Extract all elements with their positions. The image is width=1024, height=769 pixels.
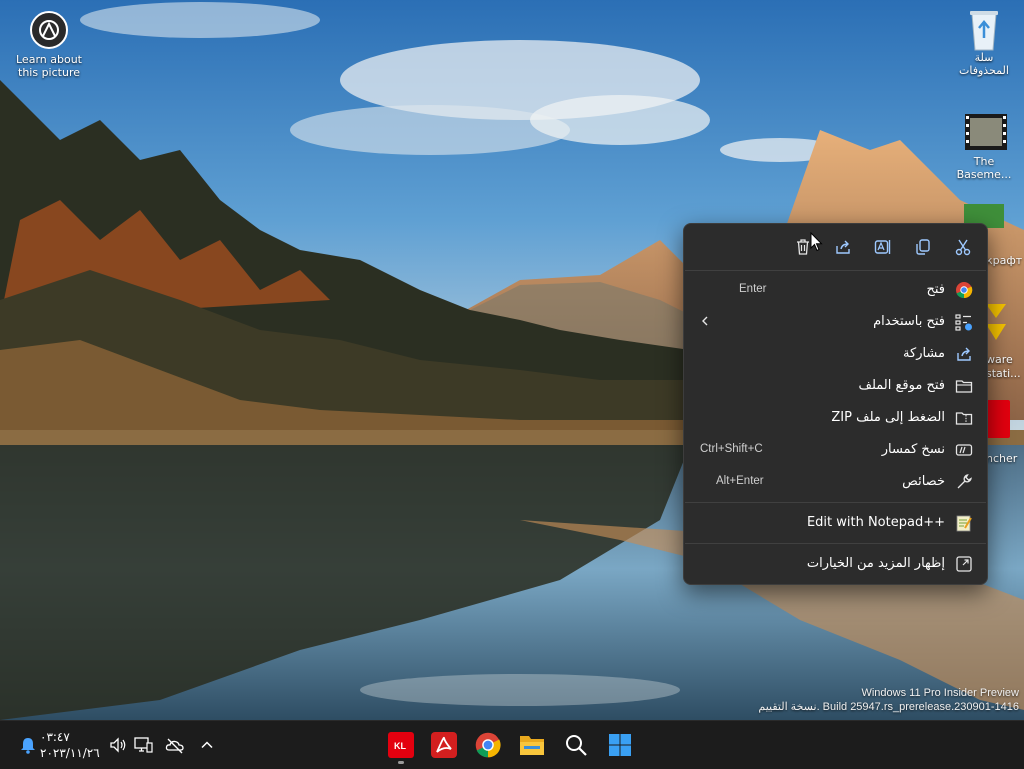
watermark-line: Windows 11 Pro Insider Preview: [861, 687, 1019, 699]
menu-item-label: فتح: [926, 282, 945, 297]
desktop-icon-label: this picture: [18, 66, 80, 79]
video-file-icon: [964, 112, 1007, 152]
menu-item-shortcut: Ctrl+Shift+C: [700, 443, 763, 455]
menu-item-properties[interactable]: خصائص Alt+Enter: [684, 466, 987, 498]
folder-icon: [955, 380, 973, 393]
clock[interactable]: ٠٣:٤٧ ٢٠٢٣/١١/٢٦: [40, 729, 100, 761]
menu-item-compress-zip[interactable]: الضغط إلى ملف ZIP: [684, 402, 987, 434]
kl-icon: KL: [388, 732, 414, 758]
watermark-line: نسخة التقييم. Build 25947.rs_prerelease.…: [758, 701, 1019, 713]
menu-item-shortcut: Alt+Enter: [716, 475, 764, 487]
menu-item-show-more-options[interactable]: إظهار المزيد من الخيارات: [684, 548, 987, 580]
menu-item-label: مشاركة: [903, 346, 945, 361]
zip-folder-icon: [955, 412, 973, 425]
acrobat-icon: [431, 732, 457, 758]
copy-icon: [916, 239, 930, 255]
desktop-icon-learn-about-picture[interactable]: Learn about this picture: [11, 10, 87, 79]
share-button[interactable]: [827, 231, 859, 263]
taskbar-search-button[interactable]: [560, 729, 592, 761]
menu-item-open-with[interactable]: فتح باستخدام: [684, 306, 987, 338]
menu-item-share[interactable]: مشاركة: [684, 338, 987, 370]
scissors-icon: [955, 239, 971, 256]
chrome-icon: [956, 282, 973, 299]
menu-item-label: خصائص: [902, 474, 945, 489]
windows-start-icon: [609, 734, 631, 756]
desktop-icon-label: ware: [986, 353, 1013, 366]
chevron-up-icon[interactable]: [197, 735, 217, 755]
chrome-icon: [475, 732, 501, 758]
kaspersky-launcher-icon: [986, 400, 1010, 438]
menu-item-label: Edit with Notepad++: [806, 515, 945, 530]
taskbar-app-chrome[interactable]: [472, 729, 504, 761]
notepad-plus-plus-icon: [956, 515, 972, 532]
running-indicator: [398, 761, 404, 764]
windows-watermark: Windows 11 Pro Insider Preview نسخة التق…: [758, 686, 1019, 714]
taskbar-start-button[interactable]: [604, 729, 636, 761]
desktop-icon-label: ncher: [986, 452, 1018, 465]
taskbar-app-file-explorer[interactable]: [516, 729, 548, 761]
chevron-left-icon: [702, 316, 708, 326]
rename-icon: [874, 240, 891, 254]
desktop-icon-label: The: [973, 155, 995, 168]
notification-bell-icon[interactable]: [18, 735, 38, 755]
copy-path-icon: [955, 444, 973, 456]
taskbar-app-kaspersky[interactable]: KL: [385, 729, 417, 764]
desktop-icon-label: سلة: [974, 51, 994, 64]
clock-time: ٠٣:٤٧: [40, 730, 70, 744]
recycle-bin-icon: [964, 8, 1004, 51]
desktop-icon-label: Learn about: [16, 53, 82, 66]
clock-date: ٢٠٢٣/١١/٢٦: [40, 746, 100, 760]
menu-item-label: الضغط إلى ملف ZIP: [831, 410, 945, 425]
desktop-icon-the-basement[interactable]: The Baseme...: [946, 112, 1022, 181]
share-icon: [957, 347, 971, 361]
taskbar-app-acrobat[interactable]: [428, 729, 460, 761]
desktop-icon-recycle-bin[interactable]: سلة المحذوفات: [946, 8, 1022, 77]
desktop-icon-label: крафт: [986, 254, 1023, 267]
svg-text:KL: KL: [394, 741, 406, 751]
menu-item-edit-with-notepad[interactable]: Edit with Notepad++: [684, 507, 987, 539]
context-menu-toolbar: [684, 224, 987, 270]
mouse-cursor-icon: [810, 232, 823, 252]
file-explorer-icon: [520, 736, 544, 755]
onedrive-offline-icon[interactable]: [165, 735, 185, 755]
wrench-icon: [957, 474, 972, 489]
search-icon: [566, 735, 587, 756]
more-options-icon: [956, 556, 972, 572]
share-icon: [836, 240, 850, 254]
open-with-icon: [955, 314, 972, 331]
context-menu: فتح Enter فتح باستخدام مشاركة فتح موقع ا…: [683, 223, 988, 585]
menu-item-label: فتح باستخدام: [873, 314, 945, 329]
menu-item-open[interactable]: فتح Enter: [684, 274, 987, 306]
rename-button[interactable]: [867, 231, 899, 263]
cut-button[interactable]: [947, 231, 979, 263]
desktop-icon-label: stati...: [986, 367, 1021, 380]
desktop-icon-label: المحذوفات: [959, 64, 1009, 77]
taskbar: ٠٣:٤٧ ٢٠٢٣/١١/٢٦ KL: [0, 720, 1024, 769]
desktop-icon-label: Baseme...: [956, 168, 1012, 181]
menu-item-label: إظهار المزيد من الخيارات: [806, 556, 945, 571]
camera-icon: [29, 10, 69, 50]
network-icon[interactable]: [133, 735, 153, 755]
volume-icon[interactable]: [108, 735, 128, 755]
copy-button[interactable]: [907, 231, 939, 263]
menu-item-label: فتح موقع الملف: [858, 378, 945, 393]
menu-item-label: نسخ كمسار: [881, 442, 945, 457]
menu-item-open-file-location[interactable]: فتح موقع الملف: [684, 370, 987, 402]
menu-item-copy-as-path[interactable]: نسخ كمسار Ctrl+Shift+C: [684, 434, 987, 466]
menu-item-shortcut: Enter: [739, 283, 767, 295]
